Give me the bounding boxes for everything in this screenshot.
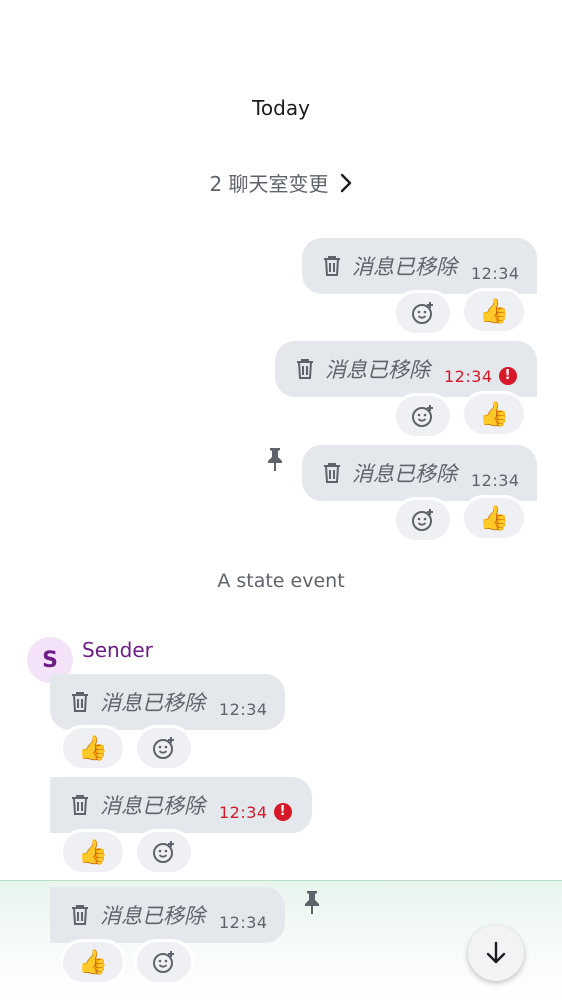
reaction-thumbs-up[interactable]: 👍 — [60, 829, 126, 875]
message-bubble[interactable]: 消息已移除 12:34 — [302, 238, 537, 294]
room-changes-label: 2 聊天室变更 — [209, 172, 329, 196]
arrow-down-icon — [486, 941, 506, 964]
pin-icon — [305, 891, 319, 914]
message-text: 消息已移除 — [352, 462, 457, 486]
thumbs-up-icon: 👍 — [479, 400, 509, 428]
sender-name[interactable]: Sender — [82, 638, 153, 662]
add-reaction-button[interactable] — [134, 829, 194, 875]
message-bubble[interactable]: 消息已移除 12:34 — [302, 445, 537, 501]
message-text: 消息已移除 — [100, 794, 205, 818]
thumbs-up-icon: 👍 — [78, 838, 108, 866]
thumbs-up-icon: 👍 — [78, 948, 108, 976]
add-reaction-button[interactable] — [393, 393, 453, 439]
message-timestamp: 12:34 — [471, 263, 520, 283]
message-bubble[interactable]: 消息已移除 12:34 ! — [50, 777, 312, 833]
add-reaction-button[interactable] — [393, 497, 453, 543]
reaction-thumbs-up[interactable]: 👍 — [461, 391, 527, 437]
message-timestamp: 12:34 — [219, 802, 268, 822]
message-timestamp: 12:34 — [444, 366, 493, 386]
message-text: 消息已移除 — [352, 255, 457, 279]
reaction-thumbs-up[interactable]: 👍 — [60, 939, 126, 985]
pin-icon — [268, 448, 282, 471]
trash-icon — [324, 463, 340, 483]
message-timestamp: 12:34 — [219, 699, 268, 719]
message-timestamp: 12:34 — [471, 470, 520, 490]
add-reaction-icon — [153, 841, 174, 863]
chevron-right-icon — [340, 173, 351, 192]
trash-icon — [72, 905, 88, 925]
reaction-thumbs-up[interactable]: 👍 — [461, 495, 527, 541]
add-reaction-icon — [412, 302, 433, 324]
message-bubble[interactable]: 消息已移除 12:34 — [50, 887, 285, 943]
add-reaction-button[interactable] — [134, 939, 194, 985]
message-timestamp: 12:34 — [219, 912, 268, 932]
add-reaction-icon — [153, 737, 174, 759]
state-event: A state event — [217, 570, 345, 592]
thumbs-up-icon: 👍 — [78, 734, 108, 762]
error-icon[interactable]: ! — [273, 803, 292, 821]
message-text: 消息已移除 — [325, 358, 430, 382]
room-changes-summary[interactable]: 2 聊天室变更 — [0, 168, 562, 197]
reaction-thumbs-up[interactable]: 👍 — [461, 288, 527, 334]
trash-icon — [72, 795, 88, 815]
trash-icon — [297, 359, 313, 379]
add-reaction-icon — [412, 509, 433, 531]
error-icon[interactable]: ! — [498, 367, 517, 385]
avatar-initial: S — [42, 647, 58, 673]
date-separator: Today — [252, 96, 310, 120]
trash-icon — [72, 692, 88, 712]
add-reaction-icon — [412, 405, 433, 427]
add-reaction-button[interactable] — [134, 725, 194, 771]
message-text: 消息已移除 — [100, 691, 205, 715]
thumbs-up-icon: 👍 — [479, 297, 509, 325]
message-text: 消息已移除 — [100, 904, 205, 928]
trash-icon — [324, 256, 340, 276]
message-bubble[interactable]: 消息已移除 12:34 — [50, 674, 285, 730]
add-reaction-button[interactable] — [393, 290, 453, 336]
reaction-thumbs-up[interactable]: 👍 — [60, 725, 126, 771]
thumbs-up-icon: 👍 — [479, 504, 509, 532]
message-bubble[interactable]: 消息已移除 12:34 ! — [275, 341, 537, 397]
add-reaction-icon — [153, 951, 174, 973]
scroll-to-bottom-button[interactable] — [468, 925, 524, 981]
